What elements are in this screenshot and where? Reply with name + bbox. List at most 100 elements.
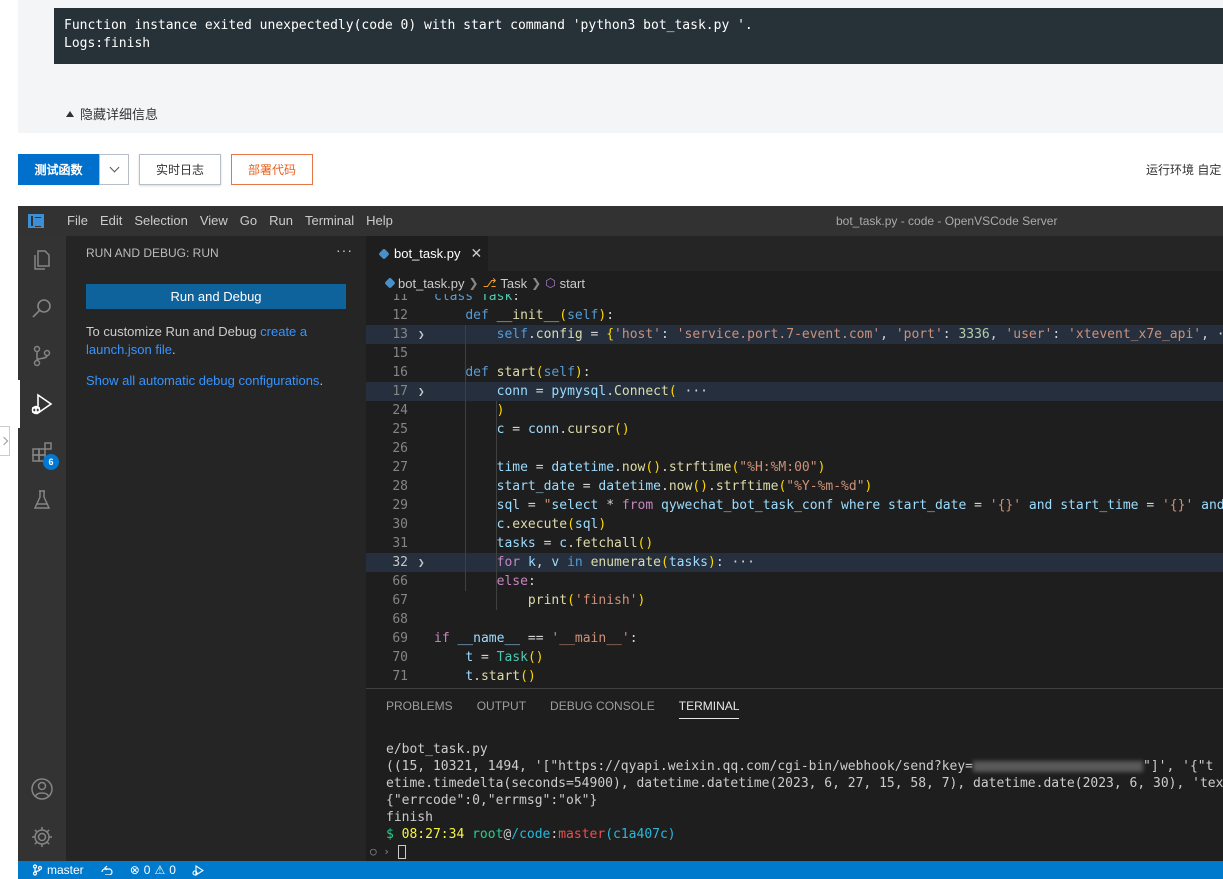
more-actions-icon[interactable]: ··· — [336, 242, 353, 258]
prompt-dollar: $ — [386, 827, 394, 842]
chevron-right-icon: ❯ — [468, 276, 479, 290]
debug-status-icon[interactable] — [192, 864, 204, 876]
chevron-down-icon — [109, 162, 119, 173]
code-line[interactable]: 29 sql = "select * from qywechat_bot_tas… — [366, 496, 1223, 515]
code-line[interactable]: 31 tasks = c.fetchall() — [366, 534, 1223, 553]
redacted-key — [973, 761, 1143, 772]
window-title: bot_task.py - code - OpenVSCode Server — [836, 214, 1058, 228]
search-icon[interactable] — [18, 284, 66, 332]
deploy-code-button[interactable]: 部署代码 — [231, 154, 313, 185]
close-icon[interactable]: ✕ — [471, 245, 483, 262]
hide-details-label: 隐藏详细信息 — [80, 107, 159, 122]
branch-status[interactable]: master — [32, 863, 84, 877]
period: . — [172, 342, 176, 357]
menu-run[interactable]: Run — [263, 206, 299, 236]
error-count: 0 — [143, 863, 151, 877]
terminal[interactable]: e/bot_task.py ((15, 10321, 1494, '["http… — [370, 741, 1223, 860]
branch-icon — [32, 864, 43, 876]
code-line[interactable]: 28 start_date = datetime.now().strftime(… — [366, 477, 1223, 496]
status-bar: master ⊗ 0 ⚠ 0 — [18, 861, 1223, 879]
menu-view[interactable]: View — [194, 206, 234, 236]
code-line[interactable]: 70 t = Task() — [366, 648, 1223, 667]
tab-output[interactable]: OUTPUT — [477, 699, 526, 719]
test-function-button[interactable]: 测试函数 — [18, 154, 99, 185]
panel-tabs: PROBLEMS OUTPUT DEBUG CONSOLE TERMINAL — [386, 699, 740, 719]
menu-edit[interactable]: Edit — [94, 206, 128, 236]
account-icon[interactable] — [18, 765, 66, 813]
fold-chevron-icon[interactable]: ❯ — [418, 325, 425, 344]
menu-file[interactable]: File — [61, 206, 94, 236]
code-line[interactable]: 16 def start(self): — [366, 363, 1223, 382]
code-line[interactable]: 32 ❯ for k, v in enumerate(tasks): ··· — [366, 553, 1223, 572]
line-number: 30 — [392, 517, 408, 532]
prompt-branch: master — [558, 827, 606, 842]
code-line[interactable]: 15 — [366, 344, 1223, 363]
breadcrumb-file[interactable]: bot_task.py — [398, 276, 465, 291]
code-line[interactable]: 69 if __name__ == '__main__': — [366, 629, 1223, 648]
code-text: def start(self): — [465, 365, 591, 380]
extensions-badge: 6 — [43, 454, 59, 470]
testing-icon[interactable] — [18, 476, 66, 524]
line-number: 26 — [392, 441, 408, 456]
warning-count: 0 — [169, 863, 176, 877]
code-line[interactable]: 67 print('finish') — [366, 591, 1223, 610]
code-line[interactable]: 11 class Task: — [366, 294, 1223, 306]
tab-bot-task-py[interactable]: bot_task.py ✕ — [366, 236, 488, 271]
sidebar-title: RUN AND DEBUG: RUN — [86, 246, 219, 260]
extensions-icon[interactable]: 6 — [18, 428, 66, 476]
menu-selection[interactable]: Selection — [128, 206, 193, 236]
branch-name: master — [47, 863, 84, 877]
show-all-configs-row: Show all automatic debug configurations. — [86, 373, 323, 388]
breadcrumb-class[interactable]: Task — [500, 276, 527, 291]
code-line[interactable]: 13 ❯ self.config = {'host': 'service.port… — [366, 325, 1223, 344]
caret-up-icon — [66, 110, 74, 117]
tab-problems[interactable]: PROBLEMS — [386, 699, 453, 719]
menu-terminal[interactable]: Terminal — [299, 206, 360, 236]
breadcrumb-method[interactable]: start — [560, 276, 585, 291]
code-line[interactable]: 12 def __init__(self): — [366, 306, 1223, 325]
line-number: 11 — [392, 294, 408, 304]
code-line[interactable]: 30 c.execute(sql) — [366, 515, 1223, 534]
terminal-line: {"errcode":0,"errmsg":"ok"} — [386, 793, 598, 808]
tab-debug-console[interactable]: DEBUG CONSOLE — [550, 699, 655, 719]
show-all-configs-link[interactable]: Show all automatic debug configurations — [86, 373, 319, 388]
code-text: c = conn.cursor() — [496, 422, 630, 437]
realtime-log-button[interactable]: 实时日志 — [139, 154, 221, 185]
code-editor[interactable]: 11 class Task: 12 def __init__(self): 13 ❯ s… — [366, 294, 1223, 688]
vscode-logo-icon[interactable] — [28, 214, 44, 228]
code-text: c.execute(sql) — [496, 517, 607, 532]
line-number: 27 — [392, 460, 408, 475]
menu-help[interactable]: Help — [360, 206, 399, 236]
editor-group: bot_task.py ✕ bot_task.py ❯ ⎇ Task ❯ ⬡ s… — [366, 236, 1223, 688]
code-line[interactable]: 66 else: — [366, 572, 1223, 591]
sync-icon[interactable] — [100, 865, 114, 875]
run-and-debug-button[interactable]: Run and Debug — [86, 284, 346, 309]
settings-gear-icon[interactable] — [18, 813, 66, 861]
expand-handle[interactable] — [0, 426, 10, 456]
function-toolbar: 测试函数 实时日志 部署代码 运行环境 自定 — [18, 154, 1223, 185]
title-bar: File Edit Selection View Go Run Terminal… — [18, 206, 1223, 236]
code-text: if __name__ == '__main__': — [434, 631, 638, 646]
fold-chevron-icon[interactable]: ❯ — [418, 553, 425, 572]
menu-go[interactable]: Go — [234, 206, 263, 236]
tab-terminal[interactable]: TERMINAL — [678, 699, 740, 719]
line-number: 29 — [392, 498, 408, 513]
problems-status[interactable]: ⊗ 0 ⚠ 0 — [130, 863, 176, 877]
tab-label: bot_task.py — [394, 246, 461, 261]
code-line[interactable]: 68 — [366, 610, 1223, 629]
source-control-icon[interactable] — [18, 332, 66, 380]
test-options-dropdown[interactable] — [99, 154, 129, 185]
period: . — [319, 373, 324, 388]
code-line[interactable]: 24 ) — [366, 401, 1223, 420]
code-line[interactable]: 27 time = datetime.now().strftime("%H:%M… — [366, 458, 1223, 477]
code-line[interactable]: 25 c = conn.cursor() — [366, 420, 1223, 439]
explorer-icon[interactable] — [18, 236, 66, 284]
code-text: tasks = c.fetchall() — [496, 536, 654, 551]
run-debug-icon[interactable] — [18, 380, 66, 428]
hide-details-toggle[interactable]: 隐藏详细信息 — [66, 104, 158, 123]
fold-chevron-icon[interactable]: ❯ — [418, 382, 425, 401]
code-line[interactable]: 26 — [366, 439, 1223, 458]
code-line[interactable]: 71 t.start() — [366, 667, 1223, 686]
terminal-line: e/bot_task.py — [386, 742, 488, 757]
code-line[interactable]: 17 ❯ conn = pymysql.Connect( ··· — [366, 382, 1223, 401]
